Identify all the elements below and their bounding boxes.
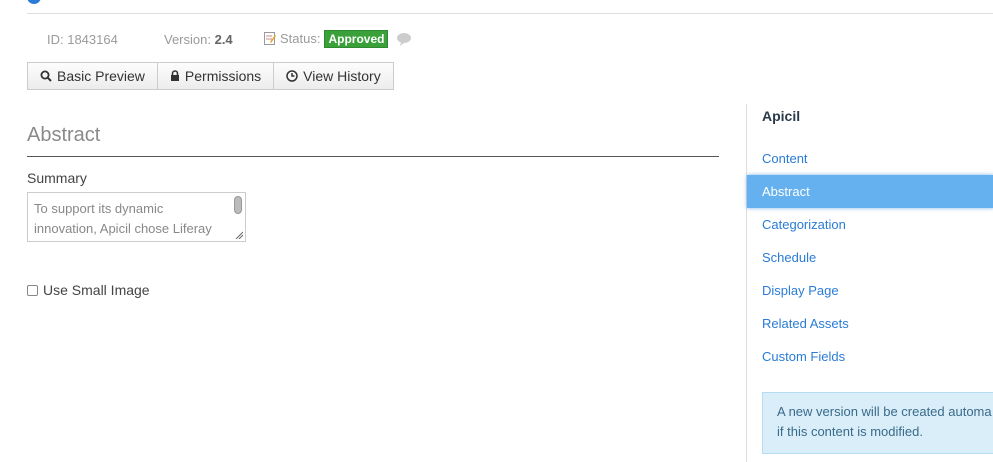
form-navigator-panel: Apicil Content Abstract Categorization S… — [746, 104, 993, 462]
view-history-button[interactable]: View History — [274, 62, 394, 90]
status-label: Status: — [280, 31, 321, 46]
nav-item-custom-fields[interactable]: Custom Fields — [747, 340, 993, 373]
comment-icon[interactable] — [396, 32, 412, 46]
info-alert: A new version will be created automa if … — [762, 392, 993, 454]
summary-textarea[interactable]: To support its dynamic innovation, Apici… — [27, 192, 246, 242]
use-small-image-label[interactable]: Use Small Image — [43, 282, 150, 298]
section-title: Abstract — [27, 124, 101, 146]
version-label: Version: — [164, 31, 215, 47]
clock-icon — [286, 70, 298, 82]
permissions-button[interactable]: Permissions — [157, 62, 275, 90]
nav-item-related-assets[interactable]: Related Assets — [747, 307, 993, 340]
permissions-label: Permissions — [184, 68, 262, 84]
meta-row: ID: 1843164 Version: 2.4 Status: Approved — [47, 30, 412, 48]
article-id: ID: 1843164 — [47, 31, 118, 47]
summary-label: Summary — [27, 170, 87, 186]
info-line-2: if this content is modified. — [777, 424, 923, 439]
status-badge: Approved — [324, 30, 389, 48]
page-root: ID: 1843164 Version: 2.4 Status: Approved… — [0, 0, 993, 462]
version-value: 2.4 — [214, 31, 233, 47]
panel-title: Apicil — [762, 108, 801, 124]
resize-handle-icon[interactable] — [235, 231, 243, 239]
nav-item-schedule[interactable]: Schedule — [747, 241, 993, 274]
summary-text: To support its dynamic innovation, Apici… — [34, 201, 212, 236]
lock-icon — [170, 70, 179, 81]
view-history-label: View History — [303, 68, 381, 84]
use-small-image-row: Use Small Image — [27, 282, 150, 298]
article-version: Version: 2.4 — [164, 32, 264, 47]
nav-item-display-page[interactable]: Display Page — [747, 274, 993, 307]
nav-item-categorization[interactable]: Categorization — [747, 208, 993, 241]
use-small-image-checkbox[interactable] — [27, 284, 38, 296]
document-edit-icon — [264, 32, 276, 45]
nav-item-content[interactable]: Content — [747, 142, 993, 175]
search-icon — [40, 70, 52, 82]
scrollbar-thumb[interactable] — [234, 196, 242, 214]
info-line-1: A new version will be created automa — [777, 404, 992, 419]
app-icon — [27, 0, 41, 4]
basic-preview-button[interactable]: Basic Preview — [27, 62, 158, 90]
toolbar: Basic Preview Permissions View History — [27, 62, 394, 90]
section-divider — [27, 156, 719, 157]
status: Status: Approved — [264, 30, 389, 48]
nav-item-abstract[interactable]: Abstract — [747, 175, 993, 208]
header-divider — [27, 13, 993, 14]
basic-preview-label: Basic Preview — [57, 68, 145, 84]
